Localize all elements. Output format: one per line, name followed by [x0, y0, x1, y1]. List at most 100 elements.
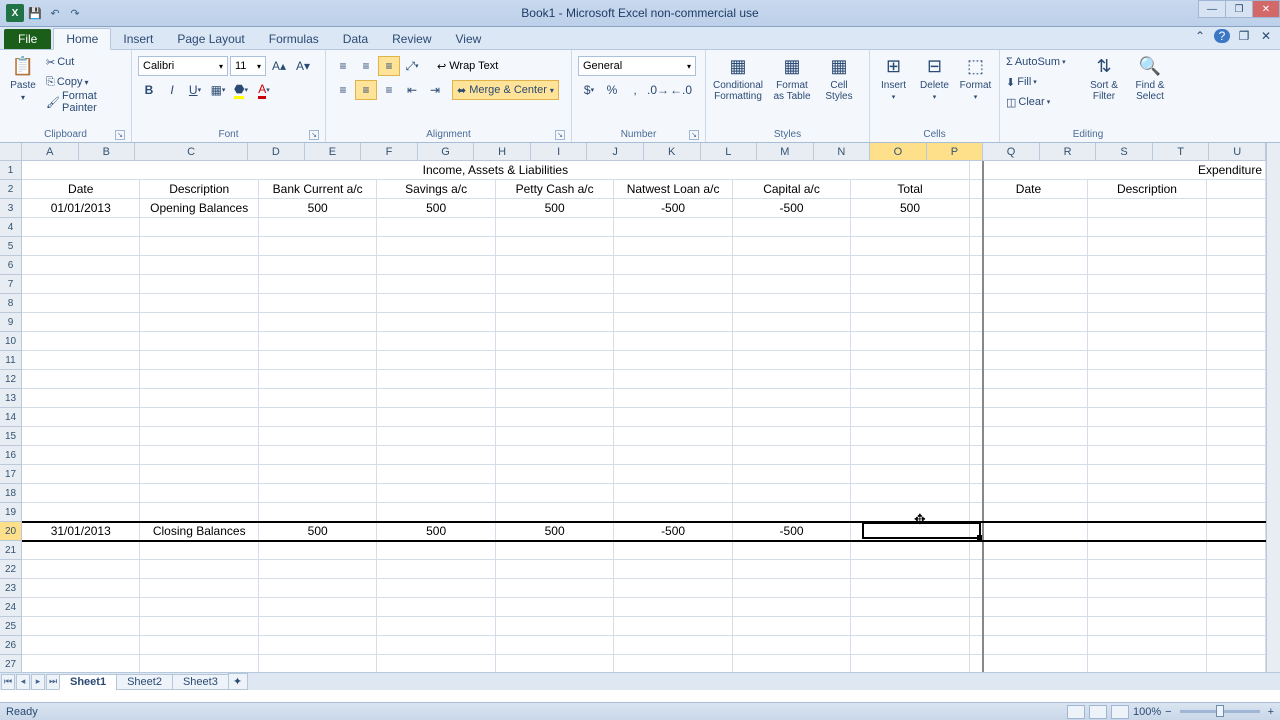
col-header-S[interactable]: S — [1096, 143, 1153, 161]
col-header-D[interactable]: D — [248, 143, 305, 161]
cell-styles-button[interactable]: ▦Cell Styles — [818, 52, 860, 104]
cell[interactable] — [140, 332, 258, 350]
cell[interactable] — [22, 465, 140, 483]
row-header-2[interactable]: 2 — [0, 180, 22, 199]
row-header-18[interactable]: 18 — [0, 484, 22, 503]
cell[interactable] — [614, 218, 732, 236]
cell[interactable] — [614, 275, 732, 293]
close-button[interactable]: ✕ — [1252, 0, 1280, 18]
col-header-A[interactable]: A — [22, 143, 79, 161]
comma-button[interactable]: , — [624, 80, 646, 100]
col-header-G[interactable]: G — [418, 143, 475, 161]
cell[interactable] — [733, 351, 851, 369]
cell[interactable] — [259, 465, 377, 483]
cell[interactable] — [851, 522, 969, 540]
underline-button[interactable]: U▾ — [184, 80, 206, 100]
row-header-25[interactable]: 25 — [0, 617, 22, 636]
cell[interactable] — [22, 370, 140, 388]
cell[interactable] — [1207, 408, 1266, 426]
cell[interactable] — [496, 503, 614, 521]
cell[interactable] — [22, 636, 140, 654]
cell[interactable] — [614, 655, 732, 673]
maximize-button[interactable]: ❐ — [1225, 0, 1253, 18]
window-restore-icon[interactable]: ❐ — [1236, 29, 1252, 43]
cell[interactable] — [851, 636, 969, 654]
cell[interactable] — [377, 465, 495, 483]
cell[interactable] — [496, 579, 614, 597]
cell[interactable] — [496, 446, 614, 464]
sheet-tab-2[interactable]: Sheet2 — [116, 674, 173, 690]
cell[interactable] — [496, 598, 614, 616]
cell[interactable] — [614, 427, 732, 445]
row-header-15[interactable]: 15 — [0, 427, 22, 446]
cell[interactable] — [970, 218, 1088, 236]
percent-button[interactable]: % — [601, 80, 623, 100]
cell[interactable] — [1088, 408, 1206, 426]
cell[interactable] — [851, 218, 969, 236]
cell[interactable] — [496, 237, 614, 255]
cell[interactable]: Income, Assets & Liabilities — [22, 161, 970, 179]
cell[interactable] — [851, 598, 969, 616]
cell[interactable]: 500 — [259, 199, 377, 217]
cell[interactable] — [259, 598, 377, 616]
cell[interactable] — [970, 579, 1088, 597]
row-header-8[interactable]: 8 — [0, 294, 22, 313]
decrease-indent-button[interactable]: ⇤ — [401, 80, 423, 100]
cell[interactable] — [851, 427, 969, 445]
cell[interactable] — [22, 427, 140, 445]
cell[interactable] — [1088, 636, 1206, 654]
cell[interactable]: 31/01/2013 — [22, 522, 140, 540]
cell[interactable] — [851, 237, 969, 255]
align-right-button[interactable]: ≡ — [378, 80, 400, 100]
cell[interactable] — [1088, 598, 1206, 616]
cell[interactable] — [1207, 655, 1266, 673]
cell[interactable] — [496, 465, 614, 483]
cell[interactable] — [1207, 218, 1266, 236]
row-header-9[interactable]: 9 — [0, 313, 22, 332]
cell[interactable] — [851, 313, 969, 331]
col-header-J[interactable]: J — [587, 143, 644, 161]
cell[interactable] — [1088, 275, 1206, 293]
cell[interactable] — [1088, 465, 1206, 483]
cell[interactable] — [1207, 636, 1266, 654]
col-header-K[interactable]: K — [644, 143, 701, 161]
cell[interactable] — [733, 427, 851, 445]
cell[interactable] — [1207, 275, 1266, 293]
row-header-7[interactable]: 7 — [0, 275, 22, 294]
cell[interactable] — [496, 427, 614, 445]
cell[interactable] — [1207, 313, 1266, 331]
cell[interactable] — [1207, 541, 1266, 559]
cell[interactable] — [259, 503, 377, 521]
cell[interactable] — [1088, 294, 1206, 312]
cell[interactable] — [22, 541, 140, 559]
cell[interactable] — [22, 351, 140, 369]
first-sheet-button[interactable]: ⏮ — [1, 674, 15, 690]
col-header-L[interactable]: L — [701, 143, 758, 161]
cell[interactable]: 500 — [496, 199, 614, 217]
cell[interactable]: Description — [140, 180, 258, 198]
cell[interactable] — [22, 332, 140, 350]
paste-button[interactable]: 📋 Paste ▾ — [4, 52, 42, 104]
number-launcher[interactable]: ↘ — [689, 130, 699, 140]
align-left-button[interactable]: ≡ — [332, 80, 354, 100]
cell[interactable] — [733, 465, 851, 483]
cell[interactable] — [259, 560, 377, 578]
cell[interactable] — [733, 313, 851, 331]
cell[interactable] — [614, 541, 732, 559]
cell[interactable]: Total — [851, 180, 969, 198]
cell[interactable] — [733, 541, 851, 559]
cell[interactable] — [1088, 579, 1206, 597]
cell[interactable] — [140, 370, 258, 388]
tab-insert[interactable]: Insert — [111, 29, 165, 49]
cell[interactable] — [970, 370, 1088, 388]
cell[interactable] — [377, 446, 495, 464]
cell[interactable] — [377, 503, 495, 521]
grid[interactable]: Income, Assets & LiabilitiesExpenditure … — [22, 161, 1266, 676]
cell[interactable] — [733, 636, 851, 654]
cell[interactable] — [496, 256, 614, 274]
cell[interactable] — [1088, 484, 1206, 502]
col-header-R[interactable]: R — [1040, 143, 1097, 161]
col-header-N[interactable]: N — [814, 143, 871, 161]
row-header-22[interactable]: 22 — [0, 560, 22, 579]
cell[interactable]: 500 — [377, 199, 495, 217]
